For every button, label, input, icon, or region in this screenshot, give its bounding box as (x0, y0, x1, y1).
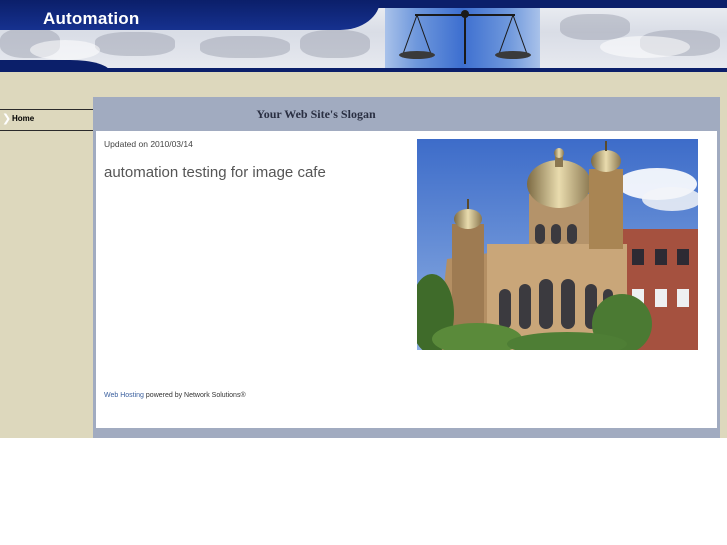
chevron-right-icon: ❯ (2, 112, 12, 125)
site-slogan: Your Web Site's Slogan (256, 107, 376, 121)
banner-texture (200, 36, 290, 58)
header-banner: Automation (0, 0, 727, 72)
updated-date: Updated on 2010/03/14 (104, 139, 193, 149)
banner-texture (300, 30, 370, 58)
frame-bottom (93, 428, 720, 438)
site-title: Automation (43, 9, 140, 28)
nav-item-home[interactable]: ❯ Home (0, 109, 93, 131)
web-hosting-link[interactable]: Web Hosting (104, 392, 144, 399)
footer-powered-by: powered by Network Solutions® (145, 392, 246, 399)
balance-scale-icon (399, 10, 531, 64)
banner-texture (560, 14, 630, 40)
main-text: automation testing for image cafe (104, 164, 326, 181)
content-frame: Your Web Site's Slogan Updated on 2010/0… (93, 97, 720, 438)
left-nav: ❯ Home (0, 108, 93, 438)
banner-texture (30, 40, 100, 60)
banner-texture (95, 32, 175, 56)
footer-text: Web Hosting powered by Network Solutions… (104, 392, 246, 399)
nav-item-label: Home (12, 114, 35, 123)
content-area: Updated on 2010/03/14 automation testing… (96, 131, 717, 428)
banner-texture (600, 36, 690, 58)
building-photo (417, 139, 698, 350)
